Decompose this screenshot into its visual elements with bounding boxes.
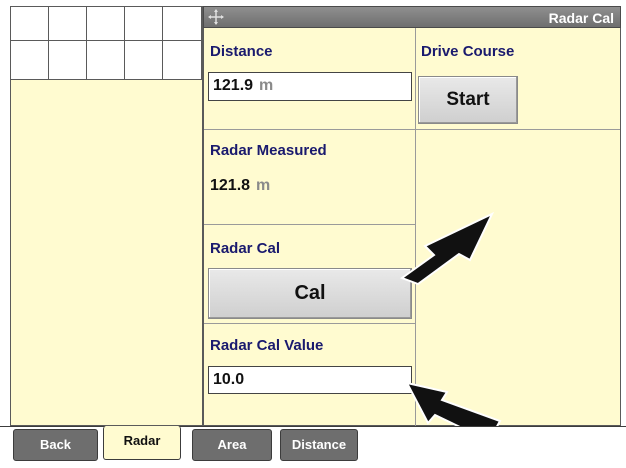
radar-measured-readout: 121.8 m <box>210 177 270 195</box>
distance-value: 121.9 <box>213 77 254 94</box>
distance-field[interactable]: 121.9 m <box>208 72 412 101</box>
grid-cell[interactable] <box>11 41 49 80</box>
start-button[interactable]: Start <box>418 76 518 124</box>
grid-cell[interactable] <box>87 41 125 80</box>
column-divider <box>415 28 416 426</box>
tab-back[interactable]: Back <box>13 429 98 461</box>
page-title: Radar Cal <box>548 10 614 26</box>
tab-distance[interactable]: Distance <box>280 429 358 461</box>
row-divider <box>204 224 415 225</box>
tab-bar-line <box>0 426 626 427</box>
radar-measured-unit: m <box>256 177 271 194</box>
radar-cal-label: Radar Cal <box>210 240 281 257</box>
grid-cell[interactable] <box>49 7 87 41</box>
grid-cell[interactable] <box>49 41 87 80</box>
grid-cell[interactable] <box>11 7 49 41</box>
radar-cal-panel <box>203 6 621 426</box>
crosshair-icon[interactable] <box>208 9 224 25</box>
grid-cell[interactable] <box>87 7 125 41</box>
row-divider <box>204 323 415 324</box>
grid-cell[interactable] <box>125 7 163 41</box>
grid-cell[interactable] <box>163 41 202 80</box>
radar-measured-value: 121.8 <box>210 177 251 194</box>
distance-label: Distance <box>210 43 273 60</box>
grid-cell[interactable] <box>125 41 163 80</box>
drive-course-label: Drive Course <box>421 43 515 60</box>
grid-cell[interactable] <box>163 7 202 41</box>
radar-cal-value-label: Radar Cal Value <box>210 337 324 354</box>
tab-area[interactable]: Area <box>192 429 272 461</box>
distance-unit: m <box>259 77 274 94</box>
cal-button[interactable]: Cal <box>208 268 412 319</box>
tab-radar[interactable]: Radar <box>103 426 181 460</box>
radar-measured-label: Radar Measured <box>210 142 327 159</box>
title-bar: Radar Cal <box>203 6 621 28</box>
radar-cal-value-field[interactable]: 10.0 <box>208 366 412 394</box>
row-divider <box>204 129 620 130</box>
